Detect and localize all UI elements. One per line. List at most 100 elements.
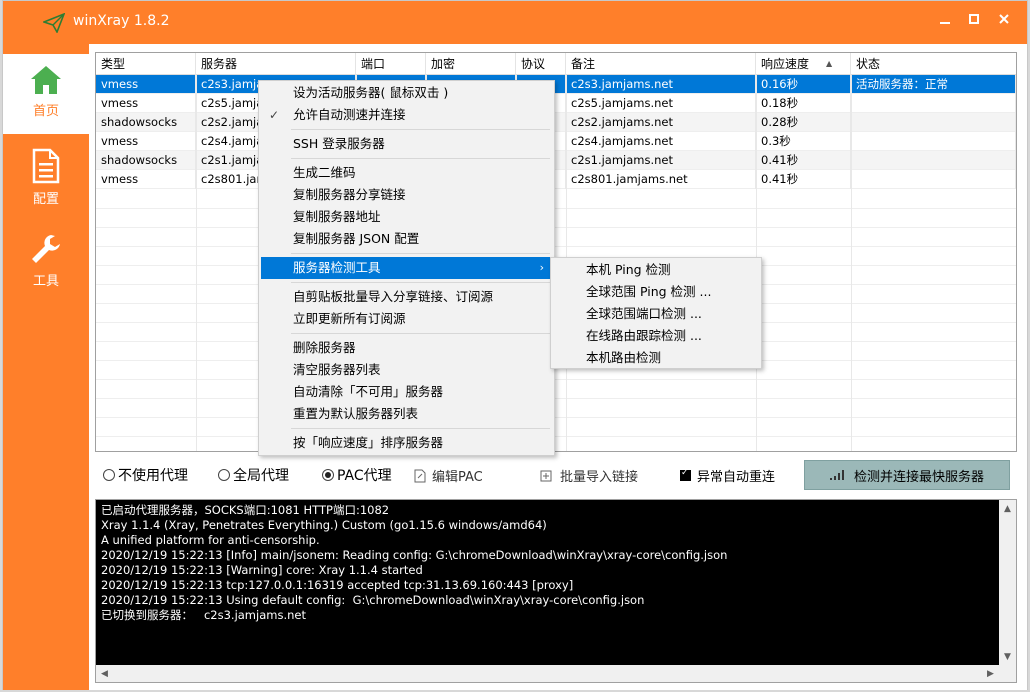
- menu-separator: [291, 158, 550, 159]
- scroll-down-icon[interactable]: ▼: [999, 648, 1016, 665]
- bulk-import-button[interactable]: 批量导入链接: [540, 466, 638, 485]
- scroll-left-icon[interactable]: ◀: [96, 665, 113, 682]
- window-title: winXray 1.8.2: [73, 13, 170, 29]
- menu-item-clear-list[interactable]: 清空服务器列表: [261, 359, 552, 381]
- menu-item-import-clipboard[interactable]: 自剪贴板批量导入分享链接、订阅源: [261, 286, 552, 308]
- table-cell-type: vmess: [96, 132, 196, 151]
- close-button[interactable]: [990, 9, 1018, 29]
- submenu-item-local-route[interactable]: 本机路由检测: [553, 347, 759, 369]
- table-header: 类型 服务器 端口 加密 协议 备注 响应速度 ▲ 状态: [96, 53, 1016, 75]
- table-cell-type: vmess: [96, 94, 196, 113]
- empty-row-line: [96, 436, 1016, 437]
- minimize-button[interactable]: [931, 9, 959, 29]
- col-header-speed[interactable]: 响应速度 ▲: [756, 53, 851, 75]
- menu-item-copy-share-link[interactable]: 复制服务器分享链接: [261, 184, 552, 206]
- maximize-button[interactable]: [960, 9, 988, 29]
- table-row[interactable]: vmess c2s801.jam c2s801.jamjams.net 0.41秒: [96, 170, 1016, 189]
- menu-item-set-active-server[interactable]: 设为活动服务器( 鼠标双击 ): [261, 82, 552, 104]
- maximize-icon: [969, 14, 979, 24]
- col-header-encryption[interactable]: 加密: [426, 53, 516, 75]
- sidebar-item-config[interactable]: 配置: [3, 138, 89, 218]
- detect-button-label: 检测并连接最快服务器: [853, 469, 984, 485]
- table-cell-status: [851, 170, 1016, 189]
- menu-item-delete-server[interactable]: 删除服务器: [261, 337, 552, 359]
- col-header-type[interactable]: 类型: [96, 53, 196, 75]
- submenu-item-online-traceroute[interactable]: 在线路由跟踪检测 ...: [553, 325, 759, 347]
- menu-item-update-subscriptions[interactable]: 立即更新所有订阅源: [261, 308, 552, 330]
- col-header-status[interactable]: 状态: [851, 53, 1016, 75]
- scroll-right-icon[interactable]: ▶: [982, 665, 999, 682]
- import-icon: [540, 470, 552, 481]
- wrench-icon: [32, 235, 60, 263]
- empty-row-line: [96, 227, 1016, 228]
- table-row[interactable]: vmess c2s3.jamja c2s3.jamjams.net 0.16秒 活动服务…: [96, 75, 1016, 94]
- table-cell-type: vmess: [96, 170, 196, 189]
- empty-row-line: [96, 379, 1016, 380]
- log-line: 已启动代理服务器，SOCKS端口:1081 HTTP端口:1082: [101, 503, 390, 517]
- detect-fastest-server-button[interactable]: 检测并连接最快服务器: [804, 460, 1010, 490]
- sidebar-item-label: 首页: [32, 104, 59, 119]
- pac-proxy-radio[interactable]: PAC代理: [322, 465, 392, 485]
- edit-pac-button[interactable]: 编辑PAC: [414, 466, 483, 485]
- menu-item-copy-json[interactable]: 复制服务器 JSON 配置: [261, 228, 552, 250]
- log-line: 2020/12/19 15:22:13 Using default config…: [101, 593, 645, 607]
- menu-item-auto-remove-unavailable[interactable]: 自动清除「不可用」服务器: [261, 381, 552, 403]
- log-line: 2020/12/19 15:22:13 [Warning] core: Xray…: [101, 563, 423, 577]
- menu-separator: [291, 253, 550, 254]
- submenu-item-global-port[interactable]: 全球范围端口检测 ...: [553, 303, 759, 325]
- table-cell-speed: 0.41秒: [756, 151, 851, 170]
- log-console[interactable]: 已启动代理服务器，SOCKS端口:1081 HTTP端口:1082 Xray 1.…: [95, 499, 1017, 683]
- col-header-port[interactable]: 端口: [356, 53, 426, 75]
- col-header-remark[interactable]: 备注: [566, 53, 756, 75]
- menu-item-server-tools[interactable]: 服务器检测工具 ›: [261, 257, 552, 279]
- submenu-item-global-ping[interactable]: 全球范围 Ping 检测 ...: [553, 281, 759, 303]
- column-line: [196, 75, 197, 451]
- menu-item-ssh-login[interactable]: SSH 登录服务器: [261, 133, 552, 155]
- edit-file-icon: [414, 469, 426, 482]
- menu-item-label: 允许自动测速并连接: [293, 107, 406, 122]
- no-proxy-radio[interactable]: 不使用代理: [103, 465, 188, 485]
- table-cell-remark: c2s4.jamjams.net: [566, 132, 756, 151]
- menu-item-label: 服务器检测工具: [293, 260, 381, 275]
- menu-item-reset-default[interactable]: 重置为默认服务器列表: [261, 403, 552, 425]
- horizontal-scrollbar[interactable]: ◀ ▶: [96, 665, 999, 682]
- menu-item-copy-address[interactable]: 复制服务器地址: [261, 206, 552, 228]
- col-header-protocol[interactable]: 协议: [516, 53, 566, 75]
- menu-item-sort-by-speed[interactable]: 按「响应速度」排序服务器: [261, 432, 552, 454]
- table-cell-type: shadowsocks: [96, 113, 196, 132]
- table-cell-type: vmess: [96, 75, 196, 94]
- col-header-speed-label: 响应速度: [761, 57, 810, 71]
- table-cell-remark: c2s801.jamjams.net: [566, 170, 756, 189]
- submenu-item-local-ping[interactable]: 本机 Ping 检测: [553, 259, 759, 281]
- radio-circle-icon: [103, 469, 115, 481]
- checkbox-checked-icon: [680, 468, 691, 481]
- log-line: Xray 1.1.4 (Xray, Penetrates Everything.…: [101, 518, 547, 532]
- log-line: 已切换到服务器： c2s3.jamjams.net: [101, 608, 306, 622]
- close-icon: [999, 14, 1009, 24]
- title-bar: winXray 1.8.2: [3, 1, 1027, 44]
- no-proxy-label: 不使用代理: [118, 468, 188, 484]
- empty-row-line: [96, 246, 1016, 247]
- sidebar-item-tools[interactable]: 工具: [3, 222, 89, 302]
- paper-plane-icon: [43, 13, 65, 33]
- global-proxy-radio[interactable]: 全局代理: [218, 465, 289, 485]
- table-cell-status: [851, 94, 1016, 113]
- auto-reconnect-checkbox[interactable]: 异常自动重连: [680, 466, 775, 485]
- vertical-scrollbar[interactable]: ▲ ▼: [999, 500, 1016, 682]
- server-table[interactable]: 类型 服务器 端口 加密 协议 备注 响应速度 ▲ 状态 vmess c2s3.j…: [95, 52, 1017, 452]
- table-row[interactable]: vmess c2s4.jamja c2s4.jamjams.net 0.3秒: [96, 132, 1016, 151]
- table-cell-status: 活动服务器：正常: [851, 75, 1016, 94]
- sidebar-item-home[interactable]: 首页: [3, 54, 89, 134]
- col-header-server[interactable]: 服务器: [196, 53, 356, 75]
- radio-selected-icon: [322, 469, 334, 481]
- log-line: 2020/12/19 15:22:13 [Info] main/jsonem: …: [101, 548, 728, 562]
- proxy-options-bar: 不使用代理 全局代理 PAC代理 编辑PAC 批量导入链接 ✓ 异常自动重连 检…: [89, 456, 1027, 490]
- scroll-up-icon[interactable]: ▲: [999, 500, 1016, 517]
- table-row[interactable]: shadowsocks c2s1.jamja c2s1.jamjams.net 0.4…: [96, 151, 1016, 170]
- table-cell-remark: c2s5.jamjams.net: [566, 94, 756, 113]
- table-cell-speed: 0.41秒: [756, 170, 851, 189]
- menu-item-auto-speedtest[interactable]: ✓ 允许自动测速并连接: [261, 104, 552, 126]
- table-row[interactable]: shadowsocks c2s2.jamja c2s2.jamjams.net 0.2…: [96, 113, 1016, 132]
- menu-item-qr-code[interactable]: 生成二维码: [261, 162, 552, 184]
- table-row[interactable]: vmess c2s5.jamja c2s5.jamjams.net 0.18秒: [96, 94, 1016, 113]
